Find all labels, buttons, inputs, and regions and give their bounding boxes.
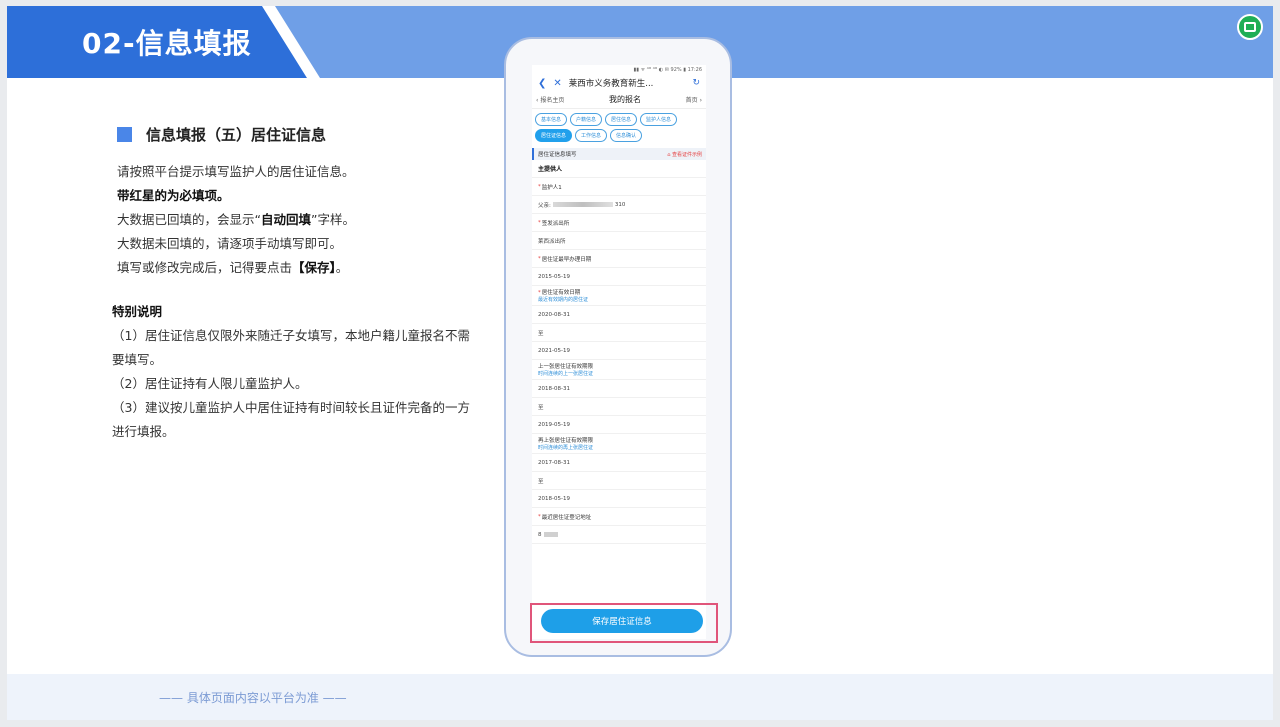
prev2-start-input[interactable]: 2017-08-31	[532, 454, 706, 472]
step-tabs: 基本信息 户籍信息 居住信息 监护人信息 居住证信息 工作信息 信息确认	[532, 109, 706, 144]
note-item-2: （2）居住证持有人限儿童监护人。	[112, 376, 308, 391]
earliest-date-label: * 居住证最早办理日期	[532, 250, 706, 268]
back-chevron-icon[interactable]: ❮	[538, 78, 546, 89]
intro-text: 请按照平台提示填写监护人的居住证信息。 带红星的为必填项。 大数据已回填的，会显…	[117, 160, 355, 280]
tab-household-info[interactable]: 户籍信息	[570, 113, 603, 126]
phone-nav-bar: ❮ ✕ 莱西市义务教育新生... ↻	[532, 75, 706, 91]
prev-to-label: 至	[532, 398, 706, 416]
tab-guardian-info[interactable]: 监护人信息	[640, 113, 678, 126]
section-heading: 信息填报（五）居住证信息	[117, 124, 326, 145]
special-notes: 特别说明 （1）居住证信息仅限外来随迁子女填写，本地户籍儿童报名不需要填写。 （…	[112, 300, 482, 444]
home-link[interactable]: 首页 ›	[686, 95, 702, 104]
main-provider-label: 主提供人	[532, 160, 706, 178]
intro-line-2: 带红星的为必填项。	[117, 188, 230, 203]
tab-basic-info[interactable]: 基本信息	[535, 113, 568, 126]
police-station-input[interactable]: 莱西派出所	[532, 232, 706, 250]
note-item-1: （1）居住证信息仅限外来随迁子女填写，本地户籍儿童报名不需要填写。	[112, 328, 470, 367]
square-bullet-icon	[117, 127, 132, 142]
back-to-main-link[interactable]: ‹ 报名主页	[536, 95, 564, 104]
status-bar: ▮▮ ᯤ ⁴ᴳ ⁴ᴳ ◐ ✉ 92% ▮ 17:26	[633, 67, 703, 73]
tab-work-info[interactable]: 工作信息	[575, 129, 608, 142]
intro-line-3: 大数据已回填的，会显示“自动回填”字样。	[117, 212, 355, 227]
section-title: 信息填报（五）居住证信息	[146, 126, 327, 144]
phone-nav-title: 莱西市义务教育新生...	[568, 79, 654, 89]
redacted-id	[552, 202, 613, 207]
phone-sub-bar: ‹ 报名主页 我的报名 首页 ›	[532, 91, 706, 109]
police-station-label: * 签发派出所	[532, 214, 706, 232]
intro-line-4: 大数据未回填的，请逐项手动填写即可。	[117, 236, 343, 251]
phone-page-title: 我的报名	[609, 95, 641, 104]
address-input[interactable]: 8	[532, 526, 706, 544]
prev2-to-label: 至	[532, 472, 706, 490]
tab-confirm-info[interactable]: 信息确认	[610, 129, 643, 142]
close-icon[interactable]: ✕	[553, 78, 561, 89]
valid-start-input[interactable]: 2020-08-31	[532, 306, 706, 324]
valid-to-label: 至	[532, 324, 706, 342]
phone-screen: ▮▮ ᯤ ⁴ᴳ ⁴ᴳ ◐ ✉ 92% ▮ 17:26 ❮ ✕ 莱西市义务教育新生…	[532, 65, 706, 639]
prev-permit-label: 上一张居住证有效期限 时间连续的上一张居住证	[532, 360, 706, 380]
prev2-permit-label: 再上张居住证有效期限 时间连续的再上张居住证	[532, 434, 706, 454]
prev2-end-input[interactable]: 2018-05-19	[532, 490, 706, 508]
tab-residence-info[interactable]: 居住信息	[605, 113, 638, 126]
form-section-bar: 居住证信息填写 ⌂ 查看证件示例	[532, 148, 706, 160]
view-sample-link[interactable]: ⌂ 查看证件示例	[667, 151, 702, 158]
notes-title: 特别说明	[112, 304, 163, 319]
note-item-3: （3）建议按儿童监护人中居住证持有时间较长且证件完备的一方进行填报。	[112, 400, 470, 439]
intro-line-5: 填写或修改完成后，记得要点击【保存】。	[117, 260, 349, 275]
earliest-date-input[interactable]: 2015-05-19	[532, 268, 706, 286]
valid-date-label: *居住证有效日期 最近有效期内的居住证	[532, 286, 706, 306]
app-badge-icon[interactable]	[1237, 14, 1263, 40]
refresh-icon[interactable]: ↻	[692, 78, 700, 88]
intro-line-1: 请按照平台提示填写监护人的居住证信息。	[117, 164, 355, 179]
page-title: 02-信息填报	[82, 27, 252, 60]
phone-mockup: ▮▮ ᯤ ⁴ᴳ ⁴ᴳ ◐ ✉ 92% ▮ 17:26 ❮ ✕ 莱西市义务教育新生…	[504, 37, 732, 657]
redacted-address	[543, 532, 558, 537]
save-permit-button[interactable]: 保存居住证信息	[541, 609, 703, 633]
guardian-label: * 监护人1	[532, 178, 706, 196]
prev-end-input[interactable]: 2019-05-19	[532, 416, 706, 434]
footer-note: —— 具体页面内容以平台为准 ——	[159, 691, 347, 705]
form-section-title: 居住证信息填写	[538, 152, 577, 158]
tab-residence-permit-info[interactable]: 居住证信息	[535, 129, 573, 142]
address-label: * 最近居住证登记地址	[532, 508, 706, 526]
valid-end-input[interactable]: 2021-05-19	[532, 342, 706, 360]
prev-start-input[interactable]: 2018-08-31	[532, 380, 706, 398]
guardian-select[interactable]: 父亲: 310	[532, 196, 706, 214]
